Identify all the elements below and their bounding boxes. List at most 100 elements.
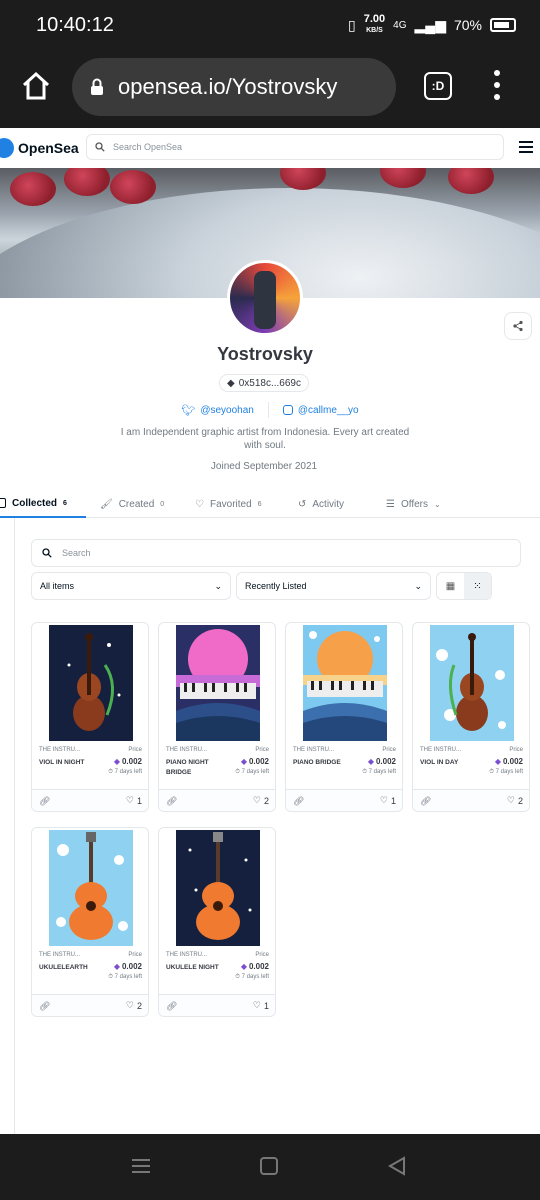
- link-icon[interactable]: 🔗︎: [420, 796, 431, 807]
- link-icon[interactable]: 🔗︎: [39, 796, 50, 807]
- heart-icon: ♡: [125, 795, 134, 805]
- favorite-button[interactable]: ♡ 1: [380, 795, 396, 806]
- back-icon[interactable]: [387, 1156, 407, 1176]
- nft-image: [430, 625, 514, 741]
- tab-offers[interactable]: ☰ Offers ⌄: [386, 490, 441, 518]
- banner-rose: [380, 168, 426, 188]
- banner-rose: [10, 172, 56, 206]
- web-page: OpenSea Search OpenSea Yostrovsky ◆ 0x51…: [0, 128, 540, 1134]
- time-left-text: 7 days left: [114, 769, 142, 775]
- link-icon[interactable]: 🔗︎: [166, 1001, 177, 1012]
- small-grid-icon[interactable]: ⁙: [464, 573, 491, 599]
- banner-rose: [110, 170, 156, 204]
- time-left-text: 7 days left: [241, 769, 269, 775]
- net-speed: 7.00 KB/S: [364, 14, 385, 36]
- heart-icon: ♡: [195, 498, 204, 510]
- price-label: Price: [128, 747, 142, 753]
- paintbrush-icon: 🖌︎: [100, 498, 113, 510]
- status-icons: ▯ 7.00 KB/S 4G ▂▄▆ 70%: [348, 14, 516, 36]
- nft-card[interactable]: THE INSTRU... Price PIANO NIGHT BRIDGE ◆…: [158, 622, 276, 812]
- time-left: ⏱︎ 7 days left: [235, 974, 269, 980]
- filter-sidebar-edge: [14, 518, 15, 1134]
- nft-price: ◆ 0.002: [114, 962, 142, 971]
- home-nav-icon[interactable]: [259, 1156, 279, 1176]
- favorite-button[interactable]: ♡ 2: [253, 795, 269, 806]
- link-icon[interactable]: 🔗︎: [293, 796, 304, 807]
- nft-card[interactable]: THE INSTRU... Price VIOL IN DAY ◆ 0.002 ⏱…: [412, 622, 530, 812]
- collection-search-input[interactable]: Search: [31, 539, 521, 567]
- favorite-count: 1: [263, 1000, 269, 1011]
- nft-card[interactable]: THE INSTRU... Price UKULELEARTH ◆ 0.002 ⏱…: [31, 827, 149, 1017]
- tab-favorited[interactable]: ♡ Favorited 6: [195, 490, 262, 518]
- site-search-input[interactable]: Search OpenSea: [86, 134, 504, 160]
- grid-view-toggle: ▦ ⁙: [436, 572, 492, 600]
- tab-label: Activity: [312, 498, 345, 510]
- favorite-button[interactable]: ♡ 2: [507, 795, 523, 806]
- browser-menu-icon[interactable]: [494, 70, 502, 100]
- tab-collected[interactable]: Collected 6: [0, 490, 86, 518]
- banner-rose: [280, 168, 326, 190]
- sort-select[interactable]: Recently Listed ⌄: [236, 572, 431, 600]
- ethereum-icon: ◆: [240, 962, 247, 971]
- tab-count: 0: [160, 500, 165, 508]
- time-left-text: 7 days left: [114, 974, 142, 980]
- profile-tabs: Collected 6 🖌︎ Created 0 ♡ Favorited 6 ↺…: [0, 490, 540, 518]
- nft-price: ◆ 0.002: [368, 757, 396, 766]
- ethereum-icon: ◆: [494, 757, 501, 766]
- card-footer: 🔗︎ ♡ 1: [159, 994, 275, 1016]
- search-icon: [42, 548, 52, 558]
- link-icon[interactable]: 🔗︎: [39, 1001, 50, 1012]
- large-grid-icon[interactable]: ▦: [437, 573, 464, 599]
- favorite-button[interactable]: ♡ 2: [126, 1000, 142, 1011]
- tab-switcher-button[interactable]: :D: [424, 72, 452, 100]
- nft-image: [49, 625, 133, 741]
- joined-date: Joined September 2021: [210, 461, 318, 472]
- history-icon: ↺: [298, 498, 307, 510]
- nft-collection: THE INSTRU...: [166, 952, 208, 958]
- instagram-link[interactable]: @callme__yo: [282, 405, 359, 416]
- nft-collection: THE INSTRU...: [166, 747, 208, 753]
- heart-icon: ♡: [252, 795, 261, 805]
- tab-activity[interactable]: ↺ Activity: [298, 490, 344, 518]
- signal-icon: ▂▄▆: [414, 16, 446, 33]
- heart-icon: ♡: [506, 795, 515, 805]
- items-filter-select[interactable]: All items ⌄: [31, 572, 231, 600]
- twitter-link[interactable]: 🐦︎ @seyoohan: [181, 404, 254, 417]
- nft-name: PIANO BRIDGE: [293, 759, 341, 766]
- link-icon[interactable]: 🔗︎: [166, 796, 177, 807]
- nft-card[interactable]: THE INSTRU... Price UKULELE NIGHT ◆ 0.002…: [158, 827, 276, 1017]
- nft-card[interactable]: THE INSTRU... Price PIANO BRIDGE ◆ 0.002 …: [285, 622, 403, 812]
- recent-apps-icon[interactable]: [130, 1156, 152, 1176]
- share-button[interactable]: [504, 312, 532, 340]
- nft-name: UKULELE NIGHT: [166, 964, 219, 971]
- favorite-button[interactable]: ♡ 1: [253, 1000, 269, 1011]
- nft-collection: THE INSTRU...: [293, 747, 335, 753]
- opensea-logo-icon: [0, 138, 14, 158]
- favorite-button[interactable]: ♡ 1: [126, 795, 142, 806]
- opensea-logo[interactable]: OpenSea: [0, 138, 79, 158]
- hamburger-menu-icon[interactable]: [519, 141, 533, 153]
- tab-created[interactable]: 🖌︎ Created 0: [100, 490, 164, 518]
- price-value: 0.002: [502, 757, 523, 766]
- share-icon: [513, 320, 523, 332]
- profile-bio: I am Independent graphic artist from Ind…: [120, 427, 410, 451]
- nft-price: ◆ 0.002: [241, 962, 269, 971]
- card-footer: 🔗︎ ♡ 1: [286, 789, 402, 811]
- sort-value: Recently Listed: [245, 581, 307, 591]
- nft-price: ◆ 0.002: [495, 757, 523, 766]
- profile-name: Yostrovsky: [217, 344, 313, 364]
- nft-image: [303, 625, 387, 741]
- lock-icon: [91, 78, 103, 95]
- battery-percent: 70%: [453, 17, 482, 33]
- url-bar[interactable]: opensea.io/Yostrovsky: [72, 58, 396, 116]
- chevron-down-icon: ⌄: [214, 580, 222, 591]
- home-icon[interactable]: [20, 70, 52, 102]
- favorite-count: 1: [390, 795, 396, 806]
- nft-card[interactable]: THE INSTRU... Price VIOL IN NIGHT ◆ 0.002…: [31, 622, 149, 812]
- network-type: 4G: [393, 19, 407, 31]
- wallet-address-button[interactable]: ◆ 0x518c...669c: [219, 374, 309, 392]
- tab-count: 6: [257, 500, 262, 508]
- net-speed-value: 7.00: [363, 13, 386, 25]
- nft-collection: THE INSTRU...: [39, 952, 81, 958]
- heart-icon: ♡: [125, 1000, 134, 1010]
